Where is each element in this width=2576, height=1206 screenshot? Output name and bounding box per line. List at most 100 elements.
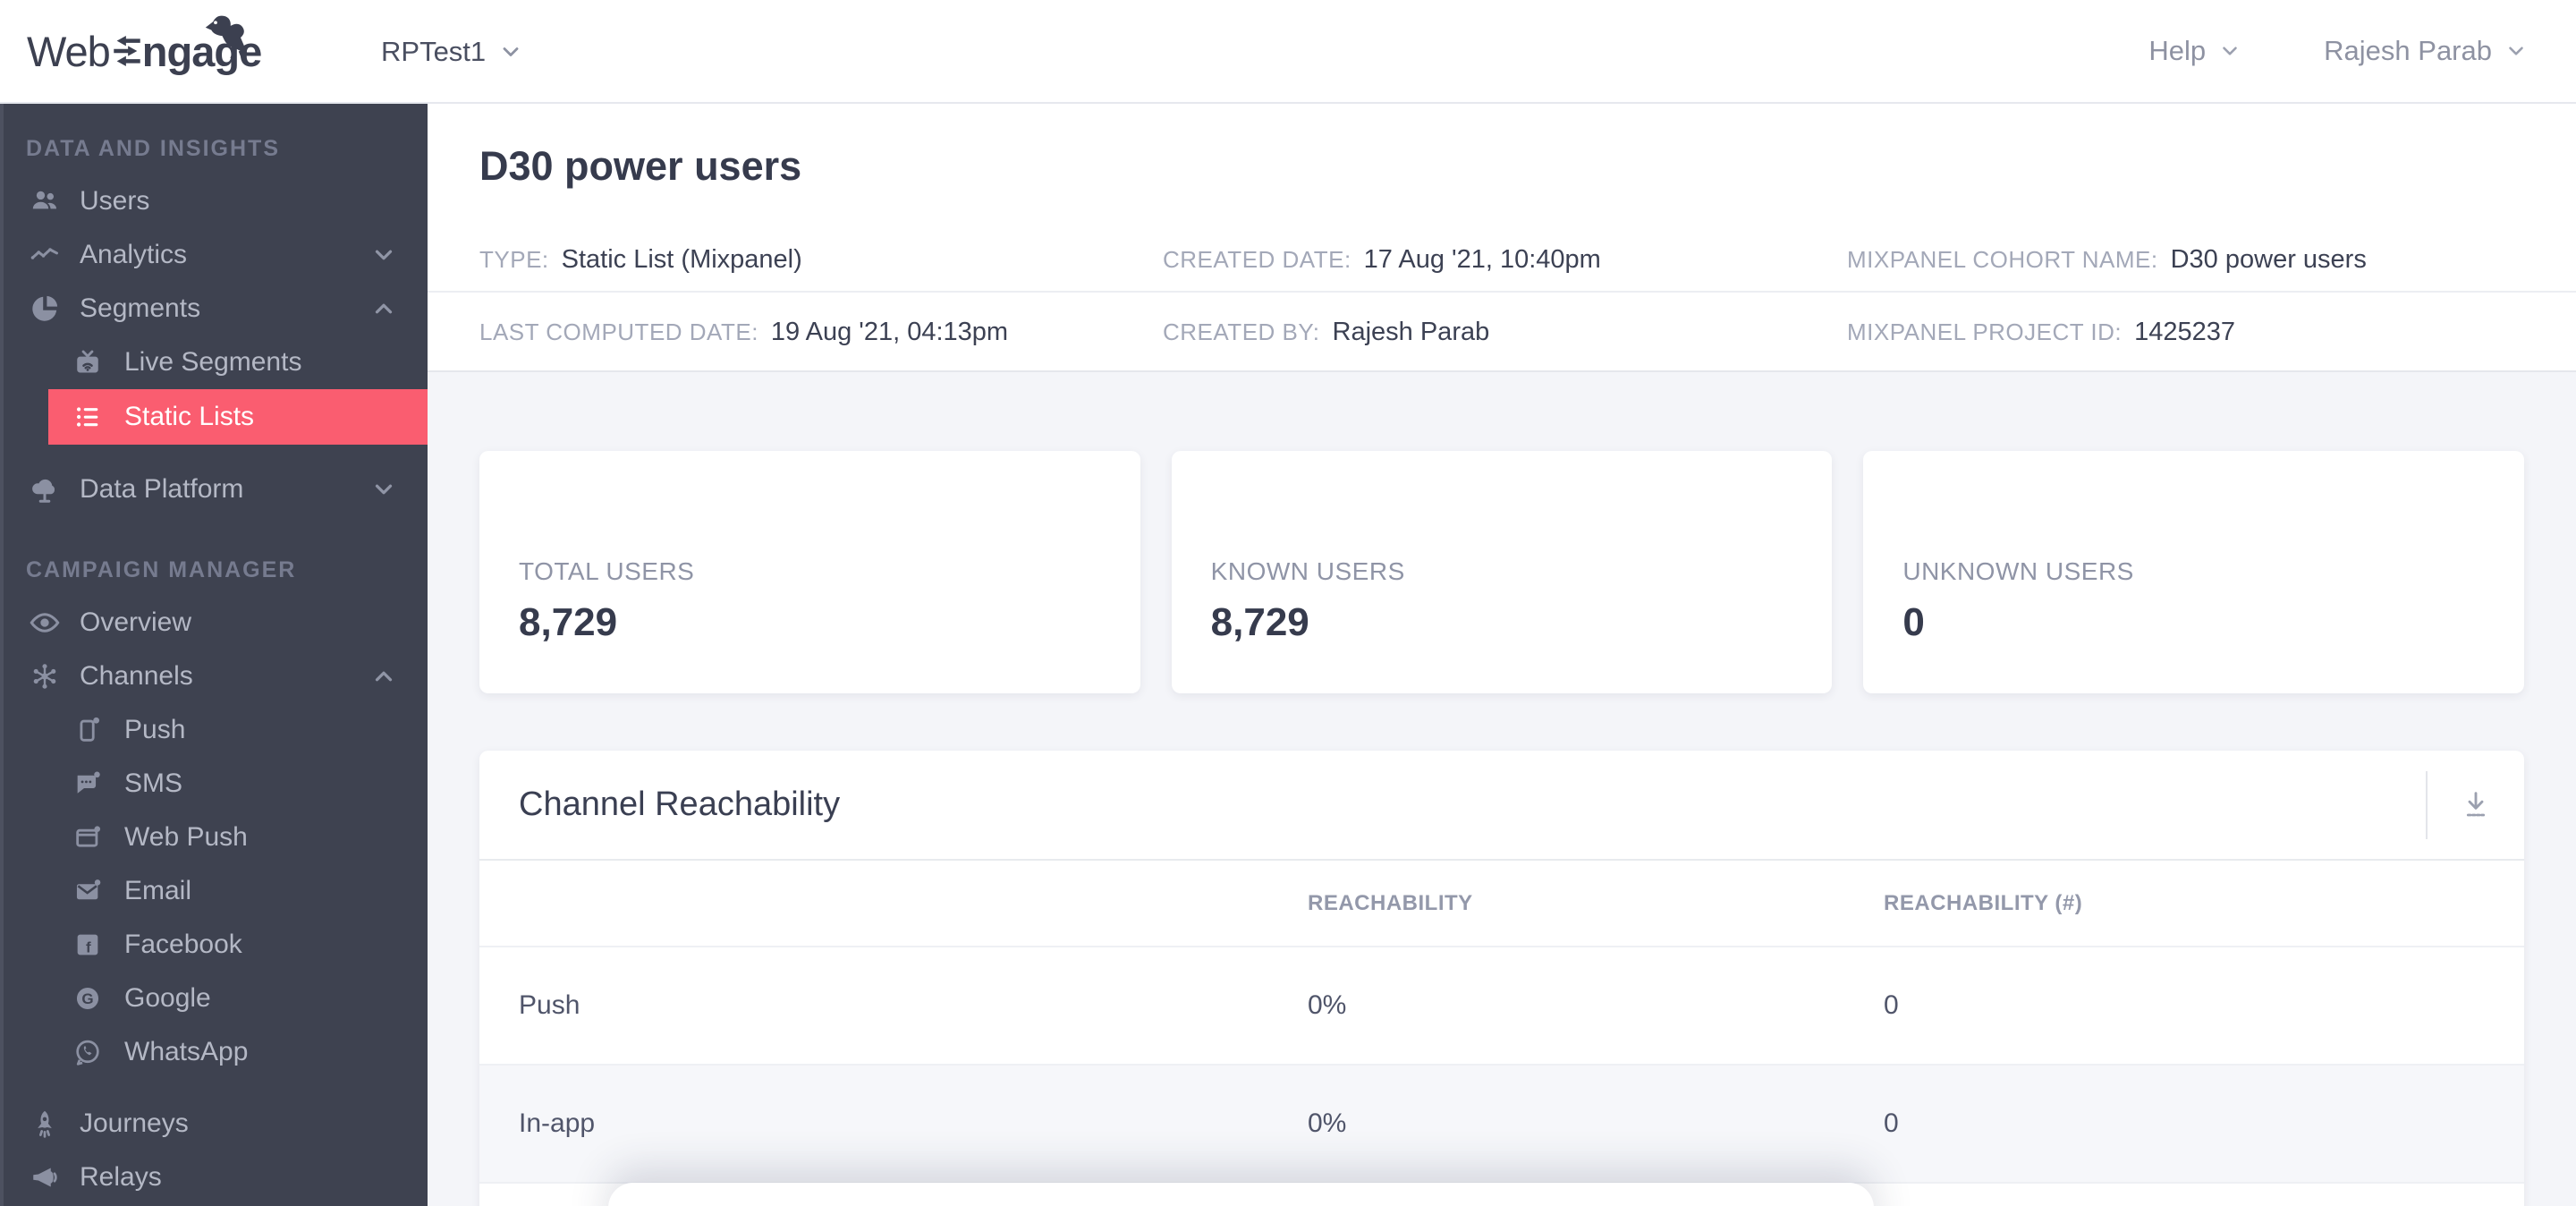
cell-channel: In-app xyxy=(519,1108,596,1138)
sidebar-item-label: Static Lists xyxy=(124,402,255,431)
floating-element-shadow xyxy=(608,1183,1874,1206)
sidebar-item-facebook[interactable]: f Facebook xyxy=(48,918,428,972)
stat-value: 8,729 xyxy=(1210,599,1309,644)
sidebar-item-sms[interactable]: SMS xyxy=(48,757,428,811)
chevron-up-icon xyxy=(370,295,397,322)
sidebar-item-label: Email xyxy=(124,876,192,905)
table-row-in-app: In-app 0% 0 xyxy=(479,1064,2524,1182)
stat-card-total-users: TOTAL USERS 8,729 xyxy=(479,451,1140,693)
list-metadata: TYPE: Static List (Mixpanel) CREATED DAT… xyxy=(428,231,2576,370)
sidebar-item-label: Web Push xyxy=(124,822,248,852)
project-name: RPTest1 xyxy=(381,36,487,67)
stat-card-known-users: KNOWN USERS 8,729 xyxy=(1171,451,1833,693)
sidebar-item-journeys[interactable]: Journeys xyxy=(4,1097,428,1151)
sidebar-item-overview[interactable]: Overview xyxy=(4,596,428,650)
meta-mixpanel-cohort-name: MIXPANEL COHORT NAME: D30 power users xyxy=(1847,245,2524,275)
analytics-icon xyxy=(26,239,64,271)
bird-logo-icon xyxy=(202,13,254,63)
sidebar-item-label: Google xyxy=(124,983,211,1013)
push-channel-icon xyxy=(71,715,105,745)
relays-megaphone-icon xyxy=(26,1161,64,1193)
sidebar-item-email[interactable]: Email xyxy=(48,864,428,918)
page-title: D30 power users xyxy=(479,143,802,189)
meta-value: 1425237 xyxy=(2134,318,2236,346)
panel-title: Channel Reachability xyxy=(519,786,841,823)
help-menu[interactable]: Help xyxy=(2148,35,2241,67)
stat-value: 8,729 xyxy=(519,599,618,644)
meta-value: D30 power users xyxy=(2170,245,2367,274)
cell-reachability: 0% xyxy=(1308,1108,1347,1138)
sidebar-item-label: Journeys xyxy=(80,1108,189,1138)
sidebar-item-push[interactable]: Push xyxy=(48,703,428,757)
channel-reachability-panel: Channel Reachability REACHABILITY REACHA… xyxy=(479,751,2524,1206)
user-name: Rajesh Parab xyxy=(2324,35,2492,66)
chevron-down-icon xyxy=(2504,39,2528,63)
meta-value: 19 Aug '21, 04:13pm xyxy=(770,318,1009,346)
meta-label: MIXPANEL COHORT NAME: xyxy=(1847,246,2158,273)
segments-pie-icon xyxy=(26,293,64,325)
download-icon xyxy=(2458,787,2494,823)
svg-text:f: f xyxy=(86,939,91,956)
cell-channel: Push xyxy=(519,990,580,1020)
stat-card-unknown-users: UNKNOWN USERS 0 xyxy=(1863,451,2525,693)
topbar-right: Help Rajesh Parab xyxy=(2148,35,2528,67)
static-lists-icon xyxy=(71,402,105,432)
sidebar-item-users[interactable]: Users xyxy=(4,174,428,228)
project-switcher[interactable]: RPTest1 xyxy=(381,0,523,104)
sidebar-item-data-platform[interactable]: Data Platform xyxy=(4,463,428,516)
eye-icon xyxy=(26,607,64,639)
sidebar-section-data-insights: DATA AND INSIGHTS xyxy=(26,136,280,161)
sidebar-item-label: Overview xyxy=(80,607,192,637)
sidebar-item-analytics[interactable]: Analytics xyxy=(4,228,428,282)
meta-value: Static List (Mixpanel) xyxy=(561,245,802,274)
cell-reachability-count: 0 xyxy=(1884,990,1899,1020)
sidebar-section-campaign-manager: CAMPAIGN MANAGER xyxy=(26,557,297,582)
sidebar-item-label: Users xyxy=(80,186,150,216)
sidebar-item-whatsapp[interactable]: WhatsApp xyxy=(48,1025,428,1079)
table-row-push: Push 0% 0 xyxy=(479,946,2524,1064)
google-icon: G xyxy=(71,983,105,1014)
meta-value: Rajesh Parab xyxy=(1332,318,1490,346)
sidebar-item-relays[interactable]: Relays xyxy=(4,1151,428,1204)
sidebar-item-label: Push xyxy=(124,715,186,744)
chevron-down-icon xyxy=(370,242,397,268)
sidebar-item-label: Data Platform xyxy=(80,474,244,504)
sidebar-item-channels[interactable]: Channels xyxy=(4,650,428,703)
topbar: Web ngage RPTest1 Help Rajesh Parab xyxy=(0,0,2576,104)
stat-cards: TOTAL USERS 8,729 KNOWN USERS 8,729 UNKN… xyxy=(479,451,2525,693)
meta-type: TYPE: Static List (Mixpanel) xyxy=(479,245,1163,275)
meta-mixpanel-project-id: MIXPANEL PROJECT ID: 1425237 xyxy=(1847,318,2524,347)
content-area: TOTAL USERS 8,729 KNOWN USERS 8,729 UNKN… xyxy=(428,372,2576,1206)
chevron-down-icon xyxy=(2218,39,2241,63)
chevron-down-icon xyxy=(370,476,397,503)
user-menu[interactable]: Rajesh Parab xyxy=(2324,35,2528,67)
cell-reachability-count: 0 xyxy=(1884,1108,1899,1138)
stat-label: KNOWN USERS xyxy=(1210,556,1405,585)
data-platform-cloud-icon xyxy=(26,473,64,505)
chevron-up-icon xyxy=(370,663,397,690)
meta-label: CREATED BY: xyxy=(1163,318,1320,345)
meta-label: TYPE: xyxy=(479,246,549,273)
reachability-table-header: REACHABILITY REACHABILITY (#) xyxy=(479,861,2524,946)
stat-label: UNKNOWN USERS xyxy=(1902,556,2134,585)
users-icon xyxy=(26,185,64,217)
sidebar-item-web-push[interactable]: Web Push xyxy=(48,811,428,864)
sidebar: DATA AND INSIGHTS Users Analytics Segmen… xyxy=(0,104,428,1206)
sidebar-item-live-segments[interactable]: Live Segments xyxy=(48,335,428,389)
journeys-rocket-icon xyxy=(26,1108,64,1140)
chevron-down-icon xyxy=(498,39,523,64)
sidebar-item-segments[interactable]: Segments xyxy=(4,282,428,335)
sidebar-item-static-lists[interactable]: Static Lists xyxy=(48,389,428,445)
facebook-icon: f xyxy=(71,930,105,960)
whatsapp-icon xyxy=(71,1037,105,1067)
svg-text:G: G xyxy=(81,990,93,1007)
webengage-logo[interactable]: Web ngage xyxy=(27,11,331,91)
web-push-channel-icon xyxy=(71,822,105,853)
logo-arrows-e-icon xyxy=(114,36,140,66)
download-button[interactable] xyxy=(2451,780,2501,830)
sidebar-item-label: Live Segments xyxy=(124,347,302,377)
sidebar-item-label: Segments xyxy=(80,293,201,323)
live-segments-icon xyxy=(71,347,105,378)
stat-label: TOTAL USERS xyxy=(519,556,695,585)
sidebar-item-google[interactable]: G Google xyxy=(48,972,428,1025)
